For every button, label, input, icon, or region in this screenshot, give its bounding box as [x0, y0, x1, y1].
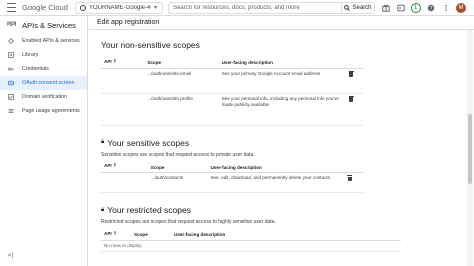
cell-description: See your primary Google Account email ad…	[218, 68, 346, 94]
cell-api	[101, 172, 148, 193]
column-header-description: User-facing description	[218, 58, 346, 69]
table-row: .../auth/userinfo.email See your primary…	[101, 68, 363, 94]
delete-button[interactable]	[344, 172, 363, 193]
settings-list-icon	[8, 108, 14, 114]
sidebar-item-label: Domain verification	[22, 94, 68, 100]
trash-icon	[347, 175, 353, 181]
table-row: .../auth/contacts See, edit, download, a…	[101, 172, 363, 193]
search-bar: Search	[168, 2, 375, 14]
sidebar-item-label: Library	[22, 52, 39, 58]
sidebar-item-domain-verification[interactable]: Domain verification	[0, 90, 87, 104]
sensitive-description: Sensitive scopes are scopes that request…	[101, 151, 255, 158]
cell-description: See your personal info, including any pe…	[218, 93, 346, 126]
checkbox-icon	[8, 94, 14, 100]
sidebar-item-label: Page usage agreements	[22, 108, 80, 114]
empty-message: No rows to display	[101, 240, 401, 252]
sort-arrow-up-icon: 🡑	[113, 163, 117, 170]
sidebar-item-label: OAuth consent screen	[22, 80, 75, 86]
column-header-api[interactable]: API 🡑	[101, 58, 145, 69]
column-header-actions	[344, 162, 363, 173]
scrollbar-thumb[interactable]	[468, 114, 472, 184]
trash-icon	[348, 95, 354, 102]
cell-description: See, edit, download, and permanently del…	[207, 172, 345, 193]
more-vert-icon[interactable]	[440, 3, 451, 14]
non-sensitive-table: API 🡑 Scope User-facing description .../a…	[101, 58, 363, 126]
chevron-down-icon: ▼	[153, 5, 158, 11]
main-content: Edit app registration Your non-sensitive…	[89, 16, 474, 266]
project-icon	[80, 5, 86, 11]
delete-button[interactable]	[345, 68, 363, 94]
restricted-title: 🔒︎ Your restricted scopes	[101, 205, 191, 215]
search-input[interactable]	[169, 3, 341, 13]
column-header-api[interactable]: API 🡑	[101, 162, 148, 173]
sort-arrow-up-icon: 🡑	[113, 230, 117, 237]
column-header-scope: Scope	[144, 58, 219, 69]
table-row: .../auth/userinfo.profile See your perso…	[101, 93, 363, 126]
table-header-row: API 🡑 Scope User-facing description	[101, 162, 363, 173]
sensitive-title: 🔒︎ Your sensitive scopes	[101, 137, 190, 148]
sidebar-item-oauth-consent[interactable]: OAuth consent screen	[0, 76, 87, 90]
notifications-badge[interactable]: 1	[410, 3, 421, 14]
diamond-icon	[8, 38, 14, 44]
scopes-content: Your non-sensitive scopes API 🡑 Scope Use…	[101, 40, 453, 252]
cell-api	[101, 68, 145, 94]
sidebar-title: APIs & Services	[22, 20, 76, 30]
page-header: Edit app registration	[89, 16, 474, 30]
project-name: YOURNAME-Google-4-Ta...	[89, 5, 151, 11]
non-sensitive-title: Your non-sensitive scopes	[101, 40, 200, 50]
cell-scope: .../auth/contacts	[147, 172, 208, 193]
sort-arrow-up-icon: 🡑	[113, 58, 117, 65]
column-header-scope: Scope	[131, 230, 171, 241]
delete-button[interactable]	[345, 93, 363, 126]
search-button[interactable]: Search	[341, 3, 374, 13]
cell-scope: .../auth/userinfo.profile	[144, 93, 219, 126]
svg-text:?: ?	[429, 6, 432, 12]
column-header-description: User-facing description	[171, 230, 401, 241]
api-icon: RPI	[7, 22, 17, 28]
table-header-row: API 🡑 Scope User-facing description	[101, 58, 363, 69]
sensitive-table: API 🡑 Scope User-facing description .../a…	[101, 162, 363, 193]
trash-icon	[348, 70, 354, 77]
collapse-sidebar-button[interactable]: <|	[8, 253, 13, 259]
lock-icon: 🔒︎	[101, 139, 105, 145]
sidebar-item-enabled-apis[interactable]: Enabled APIs & services	[0, 34, 87, 48]
sidebar-item-credentials[interactable]: Credentials	[0, 62, 87, 76]
column-header-api[interactable]: API 🡑	[101, 230, 131, 241]
restricted-table: API 🡑 Scope User-facing description No ro…	[101, 230, 401, 252]
cloud-shell-icon[interactable]	[395, 3, 406, 14]
page-title: Edit app registration	[97, 19, 160, 26]
sidebar-item-library[interactable]: Library	[0, 48, 87, 62]
avatar[interactable]: M	[456, 3, 466, 13]
sidebar-header: RPI APIs & Services	[0, 16, 87, 34]
sidebar-item-label: Enabled APIs & services	[22, 38, 80, 44]
lock-icon: 🔒︎	[101, 206, 105, 213]
google-cloud-logo[interactable]: Google Cloud	[22, 3, 68, 12]
notifications-count: 1	[410, 3, 421, 13]
sidebar: RPI APIs & Services Enabled APIs & servi…	[0, 16, 88, 266]
restricted-description: Restricted scopes are scopes that reques…	[101, 219, 276, 225]
column-header-scope: Scope	[147, 162, 208, 173]
sidebar-item-label: Credentials	[22, 66, 49, 72]
column-header-description: User-facing description	[207, 162, 345, 173]
column-header-actions	[345, 58, 363, 69]
sidebar-item-page-usage[interactable]: Page usage agreements	[0, 104, 87, 118]
help-icon[interactable]: ?	[425, 3, 436, 14]
search-icon	[344, 5, 351, 11]
search-button-label: Search	[352, 5, 372, 11]
cell-scope: .../auth/userinfo.email	[144, 68, 219, 94]
cell-api	[101, 93, 145, 126]
menu-icon[interactable]	[7, 3, 16, 12]
library-icon	[8, 52, 14, 58]
key-icon	[8, 66, 14, 72]
table-header-row: API 🡑 Scope User-facing description	[101, 230, 401, 241]
gift-icon[interactable]	[380, 3, 391, 14]
top-bar: Google Cloud YOURNAME-Google-4-Ta... ▼ S…	[0, 0, 474, 16]
empty-row: No rows to display	[101, 240, 401, 252]
consent-icon	[8, 80, 14, 86]
project-selector[interactable]: YOURNAME-Google-4-Ta... ▼	[75, 2, 163, 14]
scrollbar[interactable]	[467, 30, 473, 266]
top-icons: 1 ?	[380, 2, 451, 14]
